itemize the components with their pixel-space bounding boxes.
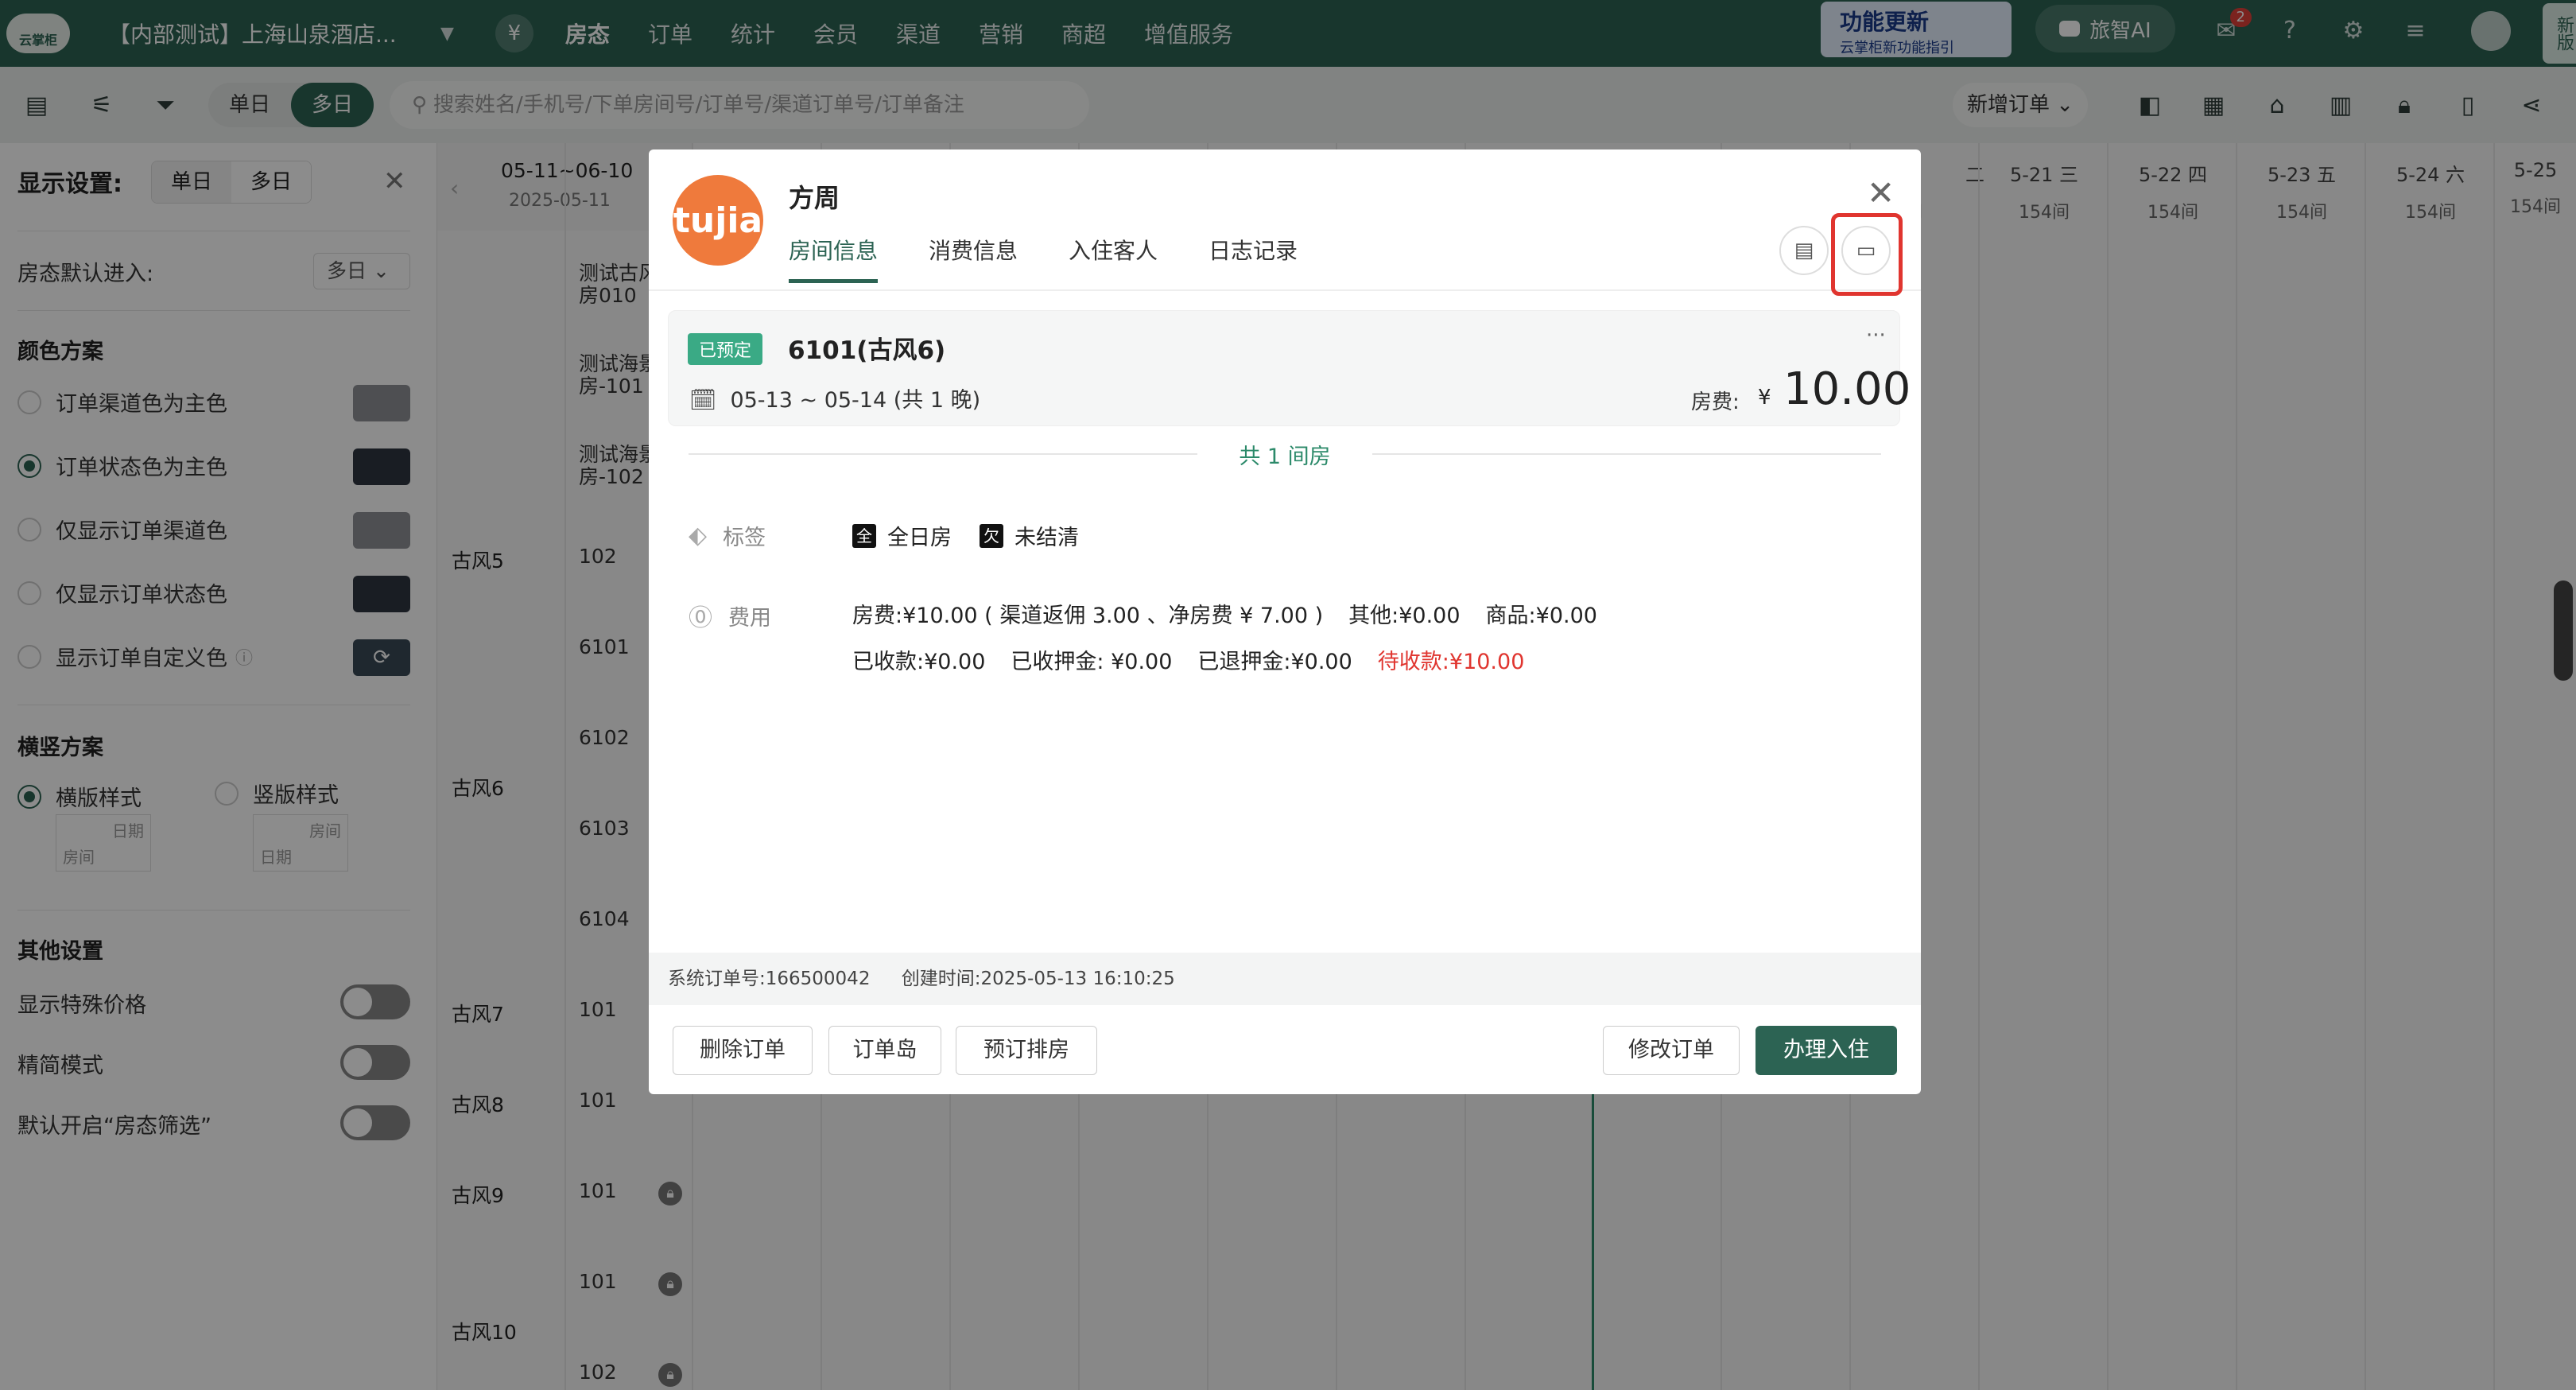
modal-tabs: 房间信息 消费信息 入住客人 日志记录 [789, 234, 1348, 283]
stay-dates: 🗓︎ 05-13 ~ 05-14 (共 1 晚) [689, 382, 980, 414]
fee-label-row: ⓪ 费用 [689, 598, 771, 633]
stay-dates-text: 05-13 ~ 05-14 (共 1 晚) [730, 388, 981, 413]
tag-icon: ⬖ [689, 522, 708, 549]
other-fee: 其他:¥0.00 [1348, 604, 1461, 628]
tab-guests[interactable]: 入住客人 [1069, 234, 1158, 283]
modal-backdrop-top [0, 0, 2576, 143]
tab-consumption[interactable]: 消费信息 [929, 234, 1018, 283]
tag-text: 全日房 [887, 526, 952, 550]
tag-label: 标签 [723, 526, 766, 550]
fee-line-2: 已收款:¥0.00 已收押金: ¥0.00 已退押金:¥0.00 待收款:¥10.00 [852, 644, 1550, 675]
room-name: 6101(古风6) [788, 336, 946, 365]
highlight-box [1831, 213, 1903, 296]
fee-currency: ¥ [1758, 386, 1771, 410]
order-meta: 系统订单号:166500042 创建时间:2025-05-13 16:10:25 [649, 953, 1921, 1005]
room-fee-detail: 房费:¥10.00 ( 渠道返佣 3.00 、净房费 ¥ 7.00 ) [852, 604, 1324, 628]
tab-divider [649, 289, 1921, 291]
tag-icon-unsettled: 欠 [980, 523, 1003, 548]
order-number: 系统订单号:166500042 [668, 969, 871, 989]
deposit-received: 已收押金: ¥0.00 [1011, 650, 1173, 674]
created-time: 创建时间:2025-05-13 16:10:25 [901, 969, 1175, 989]
tab-logs[interactable]: 日志记录 [1208, 234, 1298, 283]
fee-value: 10.00 [1783, 363, 1911, 415]
close-icon[interactable]: ✕ [1867, 173, 1895, 212]
order-detail-modal: tujia 方周 房间信息 消费信息 入住客人 日志记录 ✕ ▤ ▭ 已预定 6… [649, 149, 1921, 1094]
received: 已收款:¥0.00 [852, 650, 986, 674]
delete-order-button[interactable]: 删除订单 [673, 1026, 813, 1075]
guest-name: 方周 [789, 183, 840, 213]
more-icon[interactable]: ··· [1866, 324, 1886, 348]
status-badge: 已预定 [688, 333, 763, 365]
amount-due: 待收款:¥10.00 [1377, 650, 1525, 674]
order-island-button[interactable]: 订单岛 [828, 1026, 941, 1075]
tag-chip: 欠 未结清 [980, 520, 1079, 551]
fee-label: 房费: [1691, 390, 1740, 414]
goods-fee: 商品:¥0.00 [1485, 604, 1597, 628]
calendar-icon: 🗓︎ [689, 388, 717, 413]
yen-icon: ⓪ [689, 604, 712, 632]
fee-line-1: 房费:¥10.00 ( 渠道返佣 3.00 、净房费 ¥ 7.00 ) 其他:¥0… [852, 598, 1623, 629]
fee-section-label: 费用 [728, 605, 771, 631]
room-card[interactable]: 已预定 6101(古风6) ··· 🗓︎ 05-13 ~ 05-14 (共 1 … [668, 310, 1911, 426]
tag-text: 未结清 [1014, 526, 1079, 550]
edit-order-button[interactable]: 修改订单 [1603, 1026, 1740, 1075]
room-count-row: 共 1 间房 [689, 437, 1881, 469]
tab-room-info[interactable]: 房间信息 [789, 234, 879, 283]
tag-label-row: ⬖ 标签 [689, 520, 766, 551]
tag-icon-full-day: 全 [852, 523, 876, 548]
channel-logo: tujia [673, 175, 763, 266]
room-count: 共 1 间房 [1239, 445, 1331, 469]
deposit-refunded: 已退押金:¥0.00 [1197, 650, 1352, 674]
print-icon[interactable]: ▤ [1779, 226, 1829, 275]
tag-chip: 全 全日房 [852, 520, 952, 551]
check-in-button[interactable]: 办理入住 [1755, 1026, 1897, 1075]
reserve-room-button[interactable]: 预订排房 [956, 1026, 1097, 1075]
